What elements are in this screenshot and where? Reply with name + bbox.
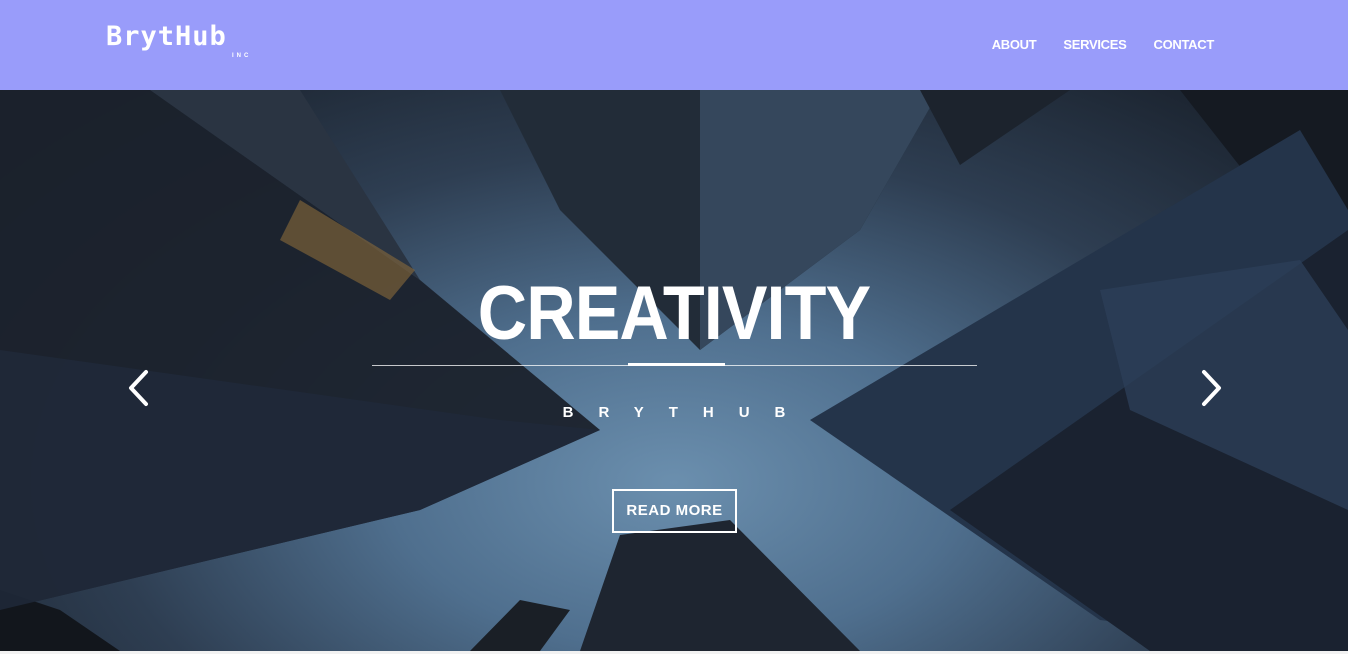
- nav-about-link[interactable]: ABOUT: [992, 37, 1037, 52]
- main-nav: ABOUT SERVICES CONTACT: [992, 37, 1215, 52]
- chevron-left-icon[interactable]: [124, 368, 154, 408]
- site-header: BrytHub INC ABOUT SERVICES CONTACT: [0, 0, 1348, 90]
- hero-slider: CREATIVITY BRYTHUB READ MORE: [0, 90, 1348, 651]
- logo-subtext: INC: [232, 53, 252, 59]
- nav-services-link[interactable]: SERVICES: [1063, 37, 1126, 52]
- logo-text: BrytHub: [106, 21, 227, 52]
- chevron-right-icon[interactable]: [1196, 368, 1226, 408]
- title-divider-accent: [628, 363, 725, 366]
- nav-contact-link[interactable]: CONTACT: [1154, 37, 1215, 52]
- read-more-button[interactable]: READ MORE: [612, 489, 737, 533]
- hero-background-image: [0, 90, 1348, 651]
- logo[interactable]: BrytHub INC: [106, 21, 248, 60]
- hero-subtitle: BRYTHUB: [562, 404, 811, 421]
- hero-title: CREATIVITY: [477, 271, 871, 356]
